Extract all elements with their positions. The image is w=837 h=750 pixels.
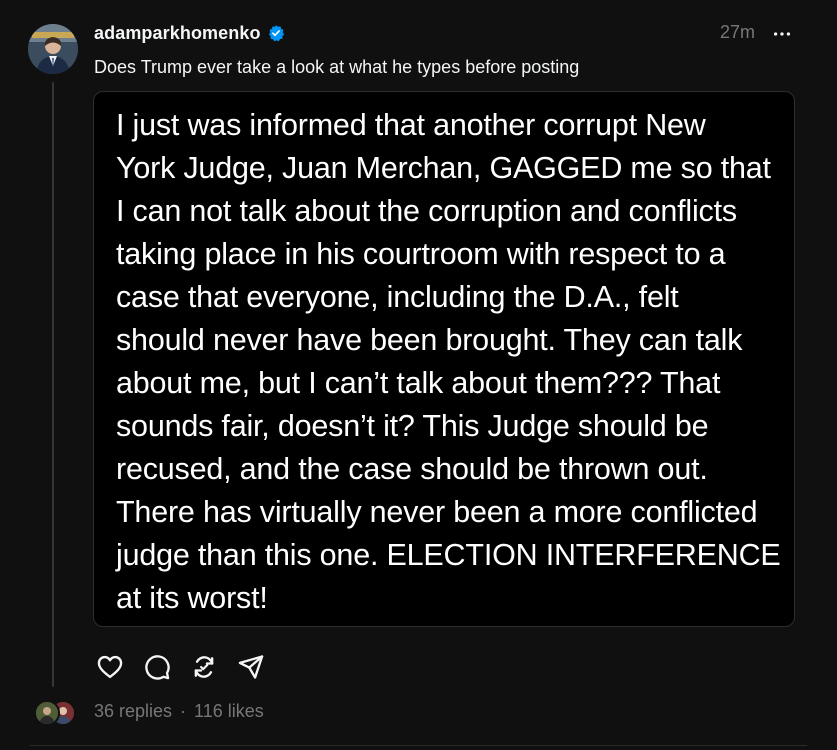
- quoted-post-text: I just was informed that another corrupt…: [116, 108, 781, 615]
- send-icon[interactable]: [235, 651, 267, 683]
- comment-icon[interactable]: [141, 651, 173, 683]
- author-avatar[interactable]: [28, 24, 78, 74]
- post-timestamp[interactable]: 27m: [720, 22, 755, 43]
- stats-text: 36 replies · 116 likes: [94, 701, 264, 722]
- verified-badge-icon: [267, 24, 285, 42]
- more-options-icon[interactable]: [771, 23, 793, 45]
- thread-line: [52, 82, 54, 687]
- quoted-post-image[interactable]: I just was informed that another corrupt…: [93, 91, 795, 627]
- repost-icon[interactable]: [188, 651, 220, 683]
- post-stats: 36 replies · 116 likes: [34, 698, 264, 726]
- post-divider: [30, 745, 807, 746]
- stats-separator: ·: [180, 700, 187, 721]
- replies-count[interactable]: 36 replies: [94, 701, 172, 722]
- post-actions: [94, 651, 267, 683]
- author-username[interactable]: adamparkhomenko: [94, 23, 261, 44]
- author-header: adamparkhomenko: [94, 21, 285, 45]
- likes-count[interactable]: 116 likes: [194, 701, 264, 722]
- heart-icon[interactable]: [94, 651, 126, 683]
- replier-avatar: [34, 700, 60, 726]
- post-caption: Does Trump ever take a look at what he t…: [94, 57, 580, 77]
- replier-avatars: [34, 698, 78, 726]
